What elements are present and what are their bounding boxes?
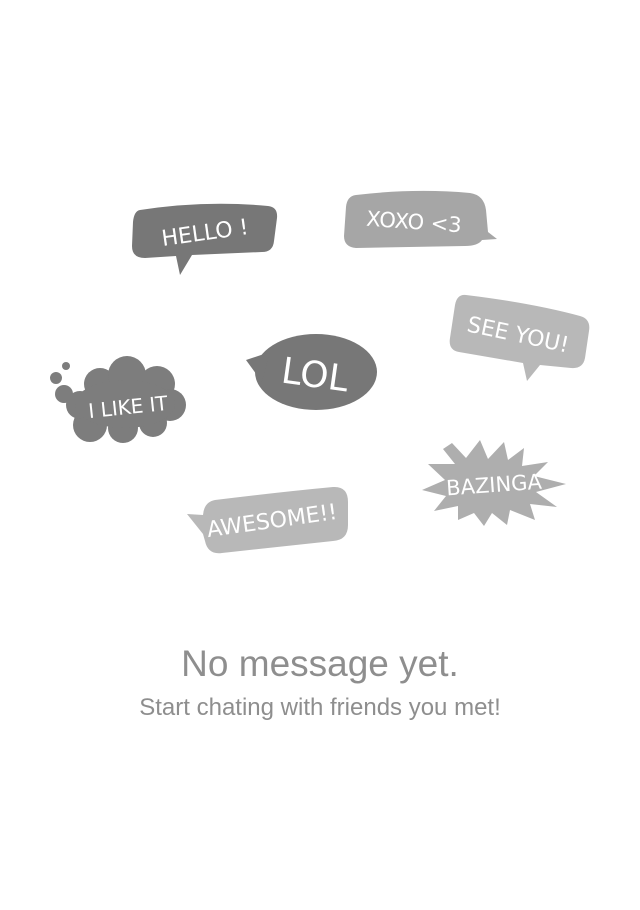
empty-state-title: No message yet. bbox=[181, 643, 459, 684]
see-you-bubble: SEE YOU! bbox=[449, 294, 590, 381]
hello-bubble: HELLO ! bbox=[132, 203, 278, 275]
xoxo-bubble: XOXO <3 bbox=[344, 190, 497, 248]
speech-bubbles-illustration: HELLO ! XOXO <3 SEE YOU! LOL I LIKE IT B… bbox=[50, 190, 590, 554]
awesome-bubble: AWESOME!! bbox=[187, 486, 348, 554]
empty-state-subtitle: Start chating with friends you met! bbox=[139, 694, 501, 721]
bazinga-starburst: BAZINGA bbox=[422, 440, 566, 526]
lol-bubble: LOL bbox=[246, 334, 377, 410]
i-like-it-cloud: I LIKE IT bbox=[50, 356, 186, 443]
